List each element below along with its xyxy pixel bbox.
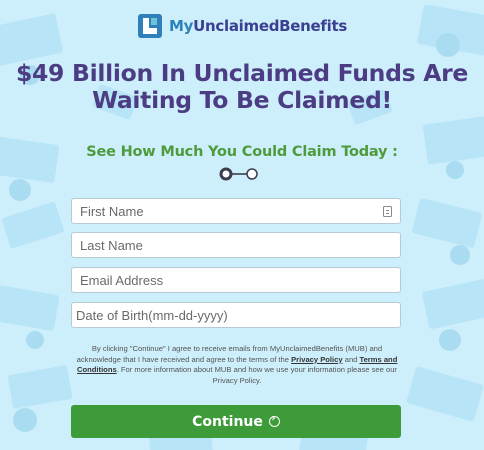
logo-mark-icon [138,14,163,38]
continue-button[interactable]: Continue [71,405,401,438]
logo-text-rest: UnclaimedBenefits [193,17,347,35]
logo-text-my: My [169,17,194,35]
first-name-placeholder: First Name [80,203,144,219]
autofill-contact-icon[interactable] [383,205,392,217]
brand-logo[interactable]: MyUnclaimedBenefits [0,12,484,40]
step-progress-indicator [219,167,258,181]
last-name-field[interactable]: Last Name [71,232,401,258]
privacy-policy-link[interactable]: Privacy Policy [291,355,343,364]
step-1-dot [219,167,233,181]
headline-line-1: $49 Billion In Unclaimed Funds Are [15,59,469,87]
page-headline: $49 Billion In Unclaimed Funds Are Waiti… [0,60,484,114]
consent-disclaimer: By clicking "Continue" I agree to receiv… [70,344,404,386]
email-field[interactable]: Email Address [71,267,401,293]
last-name-placeholder: Last Name [80,237,143,253]
email-placeholder: Email Address [80,272,164,288]
step-2-dot [246,168,258,180]
date-of-birth-field[interactable]: Date of Birth(mm-dd-yyyy) [71,302,401,328]
disclaimer-text-3: . For more information about MUB and how… [116,365,397,385]
first-name-field[interactable]: First Name [71,198,401,224]
sub-headline: See How Much You Could Claim Today : [86,144,398,160]
dob-placeholder: Date of Birth(mm-dd-yyyy) [76,307,228,323]
continue-label: Continue [192,413,263,430]
logo-text: MyUnclaimedBenefits [169,17,347,35]
disclaimer-text-2: and [342,354,360,364]
arrow-right-circle-icon [268,413,280,427]
headline-line-2: Waiting To Be Claimed! [92,86,392,114]
